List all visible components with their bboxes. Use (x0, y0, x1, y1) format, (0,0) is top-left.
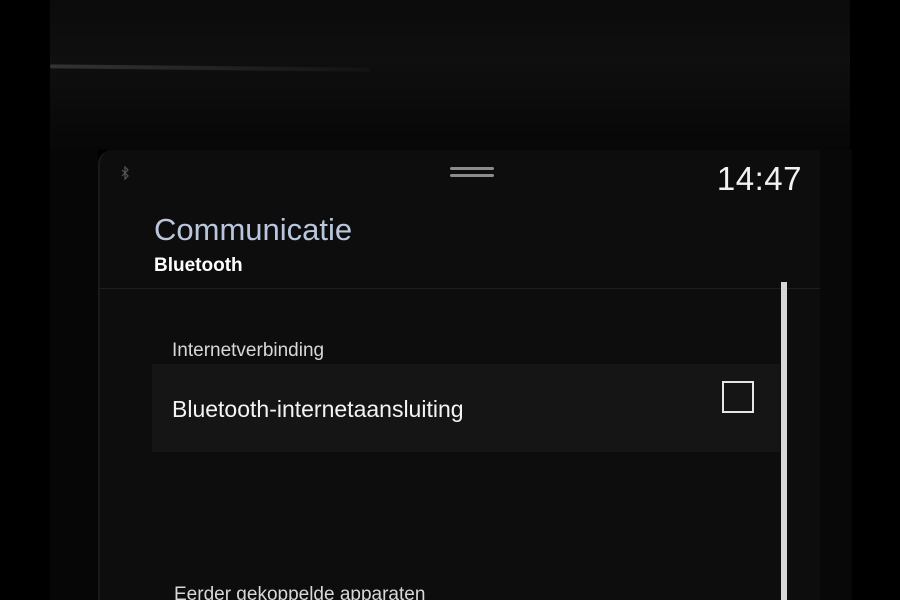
clock: 14:47 (716, 160, 802, 197)
header-divider (100, 288, 820, 289)
bluetooth-icon (121, 166, 129, 180)
section-heading-paired-devices: Eerder gekoppelde apparaten (174, 584, 426, 600)
drag-handle[interactable] (450, 167, 494, 178)
setting-row-bluetooth-internet[interactable]: Bluetooth-internetaansluiting (152, 364, 780, 452)
dashboard-bezel-right (818, 150, 852, 600)
scrollbar-thumb[interactable] (781, 282, 787, 600)
page-title: Communicatie (154, 212, 353, 247)
dashboard-bezel-left (50, 150, 98, 600)
infotainment-screen: 14:47 Communicatie Bluetooth Internetver… (98, 150, 820, 600)
bluetooth-internet-checkbox[interactable] (722, 381, 754, 413)
page-subtitle: Bluetooth (154, 255, 243, 276)
dashboard-bezel-top (50, 0, 850, 150)
section-heading-internetverbinding: Internetverbinding (172, 340, 325, 361)
setting-label: Bluetooth-internetaansluiting (172, 396, 464, 422)
